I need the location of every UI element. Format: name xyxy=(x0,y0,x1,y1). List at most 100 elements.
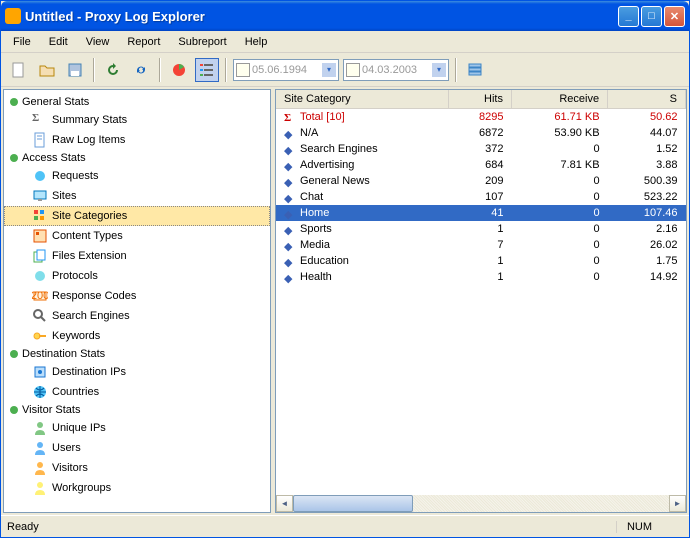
tree-item[interactable]: Workgroups xyxy=(4,478,270,498)
content-area: General Stats ΣSummary StatsRaw Log Items… xyxy=(1,87,689,515)
tree-item-label: Workgroups xyxy=(52,482,111,494)
table-row[interactable]: ◆N/A687253.90 KB44.07 xyxy=(276,125,686,141)
menu-view[interactable]: View xyxy=(78,34,118,50)
cell-hits: 7 xyxy=(448,237,511,253)
chart-button[interactable] xyxy=(167,58,191,82)
column-header[interactable]: Hits xyxy=(448,90,511,109)
globe-icon xyxy=(32,384,48,400)
cell-category: ◆Health xyxy=(276,269,448,285)
cell-s: 44.07 xyxy=(608,125,686,141)
horizontal-scrollbar[interactable]: ◄ ► xyxy=(276,495,686,512)
tree-group[interactable]: General Stats xyxy=(4,94,270,110)
options-button[interactable] xyxy=(463,58,487,82)
tree-item-label: Files Extension xyxy=(52,250,127,262)
table-row[interactable]: ◆Media7026.02 xyxy=(276,237,686,253)
window-title: Untitled - Proxy Log Explorer xyxy=(25,9,618,24)
cell-hits: 1 xyxy=(448,253,511,269)
scroll-left-button[interactable]: ◄ xyxy=(276,495,293,512)
scroll-track[interactable] xyxy=(293,495,669,512)
cell-s: 107.46 xyxy=(608,205,686,221)
menu-edit[interactable]: Edit xyxy=(41,34,76,50)
sync-button[interactable] xyxy=(129,58,153,82)
diamond-icon: ◆ xyxy=(284,192,294,202)
tree-item[interactable]: ΣSummary Stats xyxy=(4,110,270,130)
date-from-picker[interactable]: ▾ xyxy=(233,59,339,81)
open-button[interactable] xyxy=(35,58,59,82)
cell-hits: 8295 xyxy=(448,109,511,126)
dropdown-icon[interactable]: ▾ xyxy=(322,63,336,77)
tree-item[interactable]: Countries xyxy=(4,382,270,402)
table-scroll[interactable]: Site CategoryHitsReceiveS ΣTotal [10]829… xyxy=(276,90,686,495)
tree-item-label: Content Types xyxy=(52,230,123,242)
cell-category: ◆Sports xyxy=(276,221,448,237)
table-row[interactable]: ◆Home410107.46 xyxy=(276,205,686,221)
data-table: Site CategoryHitsReceiveS ΣTotal [10]829… xyxy=(276,90,686,285)
menu-file[interactable]: File xyxy=(5,34,39,50)
tree-group-label: General Stats xyxy=(22,96,89,108)
tree-item[interactable]: Site Categories xyxy=(4,206,270,226)
tree-item[interactable]: Users xyxy=(4,438,270,458)
refresh-button[interactable] xyxy=(101,58,125,82)
tree-item[interactable]: Requests xyxy=(4,166,270,186)
table-row[interactable]: ◆Education101.75 xyxy=(276,253,686,269)
dropdown-icon[interactable]: ▾ xyxy=(432,63,446,77)
save-button[interactable] xyxy=(63,58,87,82)
dest-icon xyxy=(32,364,48,380)
tree-group[interactable]: Visitor Stats xyxy=(4,402,270,418)
date-to-input[interactable] xyxy=(362,64,432,76)
scroll-thumb[interactable] xyxy=(293,495,413,512)
calendar-icon xyxy=(346,63,360,77)
table-row[interactable]: ◆Health1014.92 xyxy=(276,269,686,285)
tree-item[interactable]: Search Engines xyxy=(4,306,270,326)
table-row[interactable]: ◆Advertising6847.81 KB3.88 xyxy=(276,157,686,173)
new-button[interactable] xyxy=(7,58,31,82)
tree-item[interactable]: 200Response Codes xyxy=(4,286,270,306)
tree-item[interactable]: Keywords xyxy=(4,326,270,346)
table-row[interactable]: ΣTotal [10]829561.71 KB50.62 xyxy=(276,109,686,126)
list-button[interactable] xyxy=(195,58,219,82)
tree-item[interactable]: Content Types xyxy=(4,226,270,246)
status-text: Ready xyxy=(7,521,616,533)
table-row[interactable]: ◆Sports102.16 xyxy=(276,221,686,237)
table-row[interactable]: ◆Search Engines37201.52 xyxy=(276,141,686,157)
key-icon xyxy=(32,328,48,344)
cell-s: 26.02 xyxy=(608,237,686,253)
column-header[interactable]: Site Category xyxy=(276,90,448,109)
date-from-input[interactable] xyxy=(252,64,322,76)
tree-item[interactable]: Raw Log Items xyxy=(4,130,270,150)
cell-category: ◆Search Engines xyxy=(276,141,448,157)
bullet-icon xyxy=(10,350,18,358)
tree-group[interactable]: Destination Stats xyxy=(4,346,270,362)
scroll-right-button[interactable]: ► xyxy=(669,495,686,512)
tree-item[interactable]: Protocols xyxy=(4,266,270,286)
user-green-icon xyxy=(32,420,48,436)
menu-subreport[interactable]: Subreport xyxy=(170,34,234,50)
cell-receive: 0 xyxy=(512,221,608,237)
status-num: NUM xyxy=(616,521,662,533)
tree-item[interactable]: Files Extension xyxy=(4,246,270,266)
cell-s: 2.16 xyxy=(608,221,686,237)
bullet-icon xyxy=(10,98,18,106)
titlebar[interactable]: Untitled - Proxy Log Explorer _ □ ✕ xyxy=(1,1,689,31)
tree-item[interactable]: Visitors xyxy=(4,458,270,478)
diamond-icon: ◆ xyxy=(284,272,294,282)
tree-item[interactable]: Destination IPs xyxy=(4,362,270,382)
tree-item-label: Unique IPs xyxy=(52,422,106,434)
column-header[interactable]: Receive xyxy=(512,90,608,109)
tree-item[interactable]: Sites xyxy=(4,186,270,206)
column-header[interactable]: S xyxy=(608,90,686,109)
menu-help[interactable]: Help xyxy=(237,34,276,50)
content-icon xyxy=(32,228,48,244)
table-row[interactable]: ◆General News2090500.39 xyxy=(276,173,686,189)
tree-item[interactable]: Unique IPs xyxy=(4,418,270,438)
calendar-icon xyxy=(236,63,250,77)
table-row[interactable]: ◆Chat1070523.22 xyxy=(276,189,686,205)
minimize-button[interactable]: _ xyxy=(618,6,639,27)
cell-receive: 0 xyxy=(512,173,608,189)
menu-report[interactable]: Report xyxy=(119,34,168,50)
date-to-picker[interactable]: ▾ xyxy=(343,59,449,81)
close-button[interactable]: ✕ xyxy=(664,6,685,27)
maximize-button[interactable]: □ xyxy=(641,6,662,27)
tree-group[interactable]: Access Stats xyxy=(4,150,270,166)
tree-panel[interactable]: General Stats ΣSummary StatsRaw Log Items… xyxy=(3,89,271,513)
